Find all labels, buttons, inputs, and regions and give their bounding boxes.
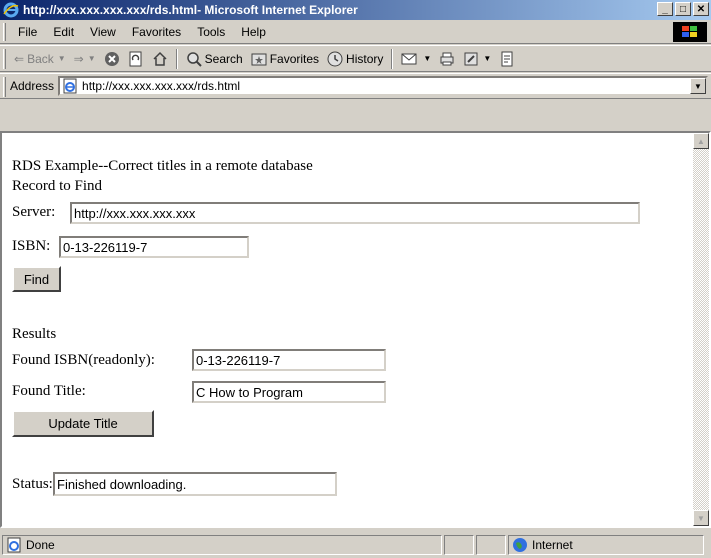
standard-toolbar: ⇐ Back ▼ ⇒ ▼ Search Favorites History ▼ … [0, 45, 711, 72]
update-title-button[interactable]: Update Title [12, 410, 154, 437]
menu-view[interactable]: View [82, 25, 124, 39]
favorites-icon [251, 53, 267, 65]
found-isbn-label: Found ISBN(readonly): [12, 352, 155, 368]
vertical-scrollbar[interactable]: ▲ ▼ [693, 133, 709, 526]
search-button[interactable]: Search [182, 48, 247, 70]
status-pane: Done [2, 535, 442, 555]
print-button[interactable] [435, 48, 459, 70]
address-bar: Address http://xxx.xxx.xxx.xxx/rds.html … [0, 73, 711, 99]
address-url: http://xxx.xxx.xxx.xxx/rds.html [82, 79, 241, 93]
menu-grip[interactable] [3, 23, 6, 41]
refresh-button[interactable] [124, 48, 148, 70]
address-input[interactable]: http://xxx.xxx.xxx.xxx/rds.html ▼ [58, 76, 708, 96]
found-title-label: Found Title: [12, 383, 86, 399]
toolbar-separator [391, 48, 394, 69]
forward-button[interactable]: ⇒ ▼ [70, 48, 100, 70]
edit-button[interactable]: ▼ [459, 48, 495, 70]
menu-edit[interactable]: Edit [45, 25, 82, 39]
toolbar-separator [175, 48, 178, 69]
edit-icon [464, 52, 478, 65]
menu-bar: File Edit View Favorites Tools Help [0, 20, 711, 44]
window-controls: _ □ ✕ [657, 2, 709, 16]
server-label: Server: [12, 204, 56, 220]
status-label: Status: [12, 476, 53, 492]
globe-icon [513, 538, 527, 552]
windows-logo-icon [673, 22, 707, 42]
menu-file[interactable]: File [10, 25, 45, 39]
menu-favorites[interactable]: Favorites [124, 25, 189, 39]
address-grip[interactable] [3, 77, 6, 97]
isbn-input[interactable]: 0-13-226119-7 [59, 236, 249, 258]
toolbar-grip[interactable] [3, 49, 6, 69]
discuss-icon [501, 51, 513, 66]
page-done-icon [7, 537, 21, 553]
menu-help[interactable]: Help [233, 25, 274, 39]
find-button[interactable]: Find [12, 266, 61, 292]
mail-button[interactable]: ▼ [397, 48, 435, 70]
zone-text: Internet [532, 538, 573, 552]
status-bar: Done Internet [0, 532, 711, 558]
page-heading: RDS Example--Correct titles in a remote … [12, 158, 313, 174]
security-zone-pane: Internet [508, 535, 704, 555]
maximize-button[interactable]: □ [675, 2, 691, 16]
refresh-icon [129, 51, 142, 66]
back-dropdown-icon[interactable]: ▼ [58, 54, 66, 63]
search-icon [186, 51, 202, 67]
mail-icon [401, 53, 417, 64]
title-bar: http://xxx.xxx.xxx.xxx/rds.html- Microso… [0, 0, 711, 20]
history-icon [327, 51, 343, 66]
window-title: http://xxx.xxx.xxx.xxx/rds.html- Microso… [23, 3, 358, 17]
server-input[interactable]: http://xxx.xxx.xxx.xxx [70, 202, 640, 224]
found-title-input[interactable]: C How to Program [192, 381, 386, 403]
back-button[interactable]: ⇐ Back ▼ [10, 48, 70, 70]
discuss-button[interactable] [495, 48, 519, 70]
document-viewport: RDS Example--Correct titles in a remote … [0, 131, 711, 528]
address-label: Address [10, 79, 55, 93]
scroll-down-button[interactable]: ▼ [693, 510, 709, 526]
address-dropdown-button[interactable]: ▼ [690, 78, 706, 94]
status-pane-empty [444, 535, 474, 555]
home-button[interactable] [148, 48, 172, 70]
minimize-button[interactable]: _ [657, 2, 673, 16]
menu-tools[interactable]: Tools [189, 25, 233, 39]
edit-dropdown-icon[interactable]: ▼ [483, 54, 491, 63]
status-text: Done [26, 538, 55, 552]
ie-logo-icon [3, 2, 19, 18]
close-button[interactable]: ✕ [693, 2, 709, 16]
results-label: Results [12, 326, 57, 342]
record-label: Record to Find [12, 178, 102, 194]
scroll-up-button[interactable]: ▲ [693, 133, 709, 149]
found-isbn-input[interactable]: 0-13-226119-7 [192, 349, 386, 371]
forward-dropdown-icon[interactable]: ▼ [88, 54, 96, 63]
print-icon [440, 52, 454, 65]
page-icon [63, 78, 77, 94]
favorites-button[interactable]: Favorites [247, 48, 323, 70]
browser-window: http://xxx.xxx.xxx.xxx/rds.html- Microso… [0, 0, 711, 558]
home-icon [153, 51, 167, 66]
stop-icon [104, 51, 119, 66]
forward-arrow-icon: ⇒ [73, 51, 84, 66]
mail-dropdown-icon[interactable]: ▼ [423, 54, 431, 63]
history-button[interactable]: History [323, 48, 387, 70]
isbn-label: ISBN: [12, 238, 51, 254]
status-pane-empty [476, 535, 506, 555]
stop-button[interactable] [100, 48, 124, 70]
back-arrow-icon: ⇐ [14, 51, 25, 66]
status-output[interactable]: Finished downloading. [53, 472, 337, 496]
